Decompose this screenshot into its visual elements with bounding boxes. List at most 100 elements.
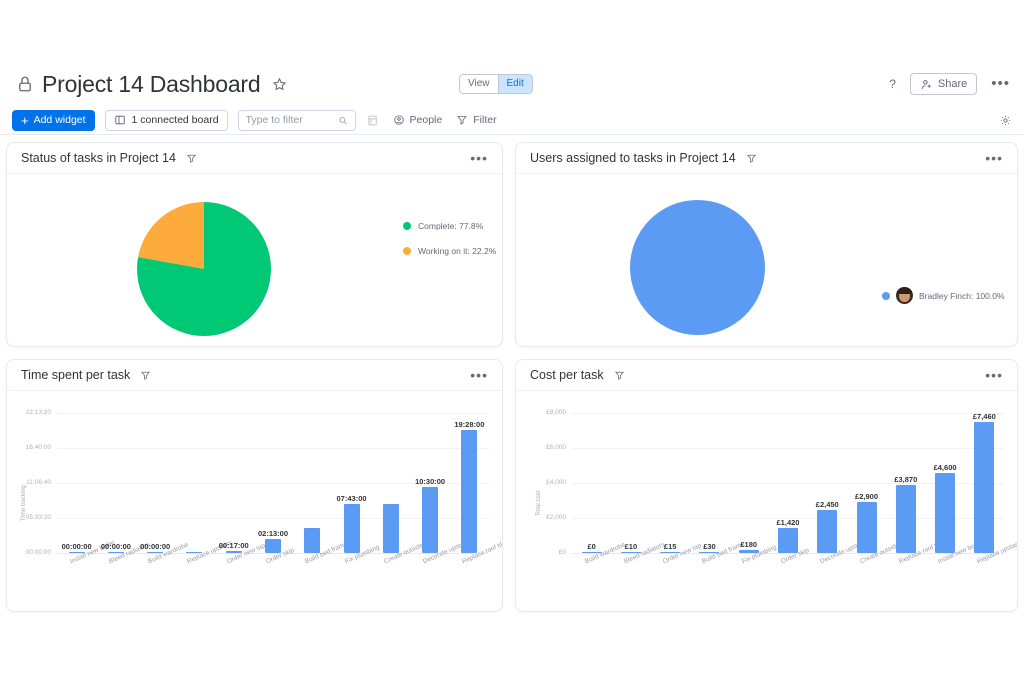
bar[interactable] (778, 528, 798, 553)
y-axis-tick: 16:40:00 (25, 444, 51, 451)
page-title: Project 14 Dashboard (42, 70, 261, 97)
widget-menu-icon[interactable]: ••• (470, 368, 488, 382)
bar[interactable] (304, 527, 321, 553)
bar-value-label: £7,460 (972, 412, 996, 422)
y-axis-tick: £4,000 (546, 479, 566, 486)
gridline (57, 448, 489, 449)
legend-item: Complete: 77.8% (403, 221, 496, 231)
widget-body: £0 £2,000 £4,000 £6,000 £8,000 Total cost £0 Bu… (516, 391, 1017, 611)
header-actions: ? Share ••• (889, 72, 1010, 96)
legend-label-bradley: Bradley Finch: 100.0% (919, 290, 1005, 301)
legend-swatch-working (403, 247, 411, 255)
y-axis-tick: £6,000 (546, 444, 566, 451)
widget-title: Status of tasks in Project 14 (21, 151, 176, 165)
search-box[interactable] (237, 109, 356, 131)
add-widget-button[interactable]: + Add widget (12, 109, 95, 131)
widget-header: Time spent per task ••• (7, 360, 502, 391)
widget-status-of-tasks: Status of tasks in Project 14 ••• Comple… (6, 142, 503, 347)
gear-icon[interactable] (999, 114, 1012, 127)
legend-item: Working on it: 22.2% (403, 246, 496, 256)
pie-slices (137, 202, 271, 336)
bar-value-label: £2,900 (855, 492, 878, 502)
header-more-icon[interactable]: ••• (991, 76, 1010, 91)
board-icon (114, 115, 125, 125)
bar[interactable] (895, 485, 916, 553)
bar-value-label: 10:30:00 (415, 476, 446, 486)
avatar (896, 287, 913, 304)
bar[interactable] (817, 510, 838, 553)
bar[interactable] (856, 502, 877, 553)
widget-title: Time spent per task (21, 368, 131, 382)
bar[interactable] (461, 430, 478, 553)
widget-body: Bradley Finch: 100.0% (516, 174, 1017, 346)
connected-board-label: 1 connected board (131, 114, 219, 126)
legend-swatch-bradley (882, 291, 890, 300)
filter-button[interactable]: Filter (456, 114, 497, 126)
filter-icon (457, 116, 468, 125)
widget-filter-icon[interactable] (746, 153, 757, 164)
widget-title: Cost per task (530, 368, 604, 382)
widget-filter-icon[interactable] (140, 370, 151, 381)
share-button[interactable]: Share (909, 73, 978, 95)
time-bar-chart: 00:00:00 05:33:20 11:06:40 16:40:00 22:13:20… (7, 391, 502, 611)
legend-label-working: Working on it: 22.2% (418, 246, 497, 256)
widget-filter-icon[interactable] (186, 153, 197, 164)
edit-mode-button[interactable]: Edit (497, 75, 532, 93)
people-label: People (409, 114, 443, 126)
search-input[interactable] (245, 114, 338, 126)
gridline (572, 448, 1004, 449)
bar-value-label: 19:28:00 (454, 420, 485, 430)
bar[interactable] (382, 504, 399, 553)
bar-value-label: £1,420 (776, 518, 800, 528)
bar[interactable] (935, 472, 956, 553)
avatar-hair (897, 287, 912, 294)
favorite-star-icon[interactable] (272, 77, 287, 92)
y-axis-tick: 00:00:00 (25, 549, 51, 556)
gridline (572, 413, 1004, 414)
widget-time-spent-per-task: Time spent per task ••• 00:00:00 05:33:20… (6, 359, 503, 612)
gridline (57, 413, 489, 414)
bar[interactable] (422, 486, 439, 553)
view-edit-toggle[interactable]: View Edit (459, 74, 533, 94)
people-button[interactable]: People (393, 114, 443, 126)
widget-menu-icon[interactable]: ••• (985, 368, 1003, 382)
bar[interactable] (343, 504, 360, 553)
bar[interactable] (265, 539, 281, 553)
users-pie-chart (630, 200, 765, 335)
widget-title: Users assigned to tasks in Project 14 (530, 151, 736, 165)
sort-icon[interactable] (366, 114, 379, 127)
filter-label: Filter (473, 114, 497, 126)
help-icon[interactable]: ? (889, 77, 896, 91)
bar-value-label: £4,600 (933, 462, 957, 472)
person-add-icon (921, 79, 931, 89)
y-axis-tick: 22:13:20 (25, 409, 51, 416)
share-label: Share (937, 78, 968, 90)
bar-value-label: £3,870 (894, 475, 918, 485)
widget-header: Status of tasks in Project 14 ••• (7, 143, 502, 174)
y-axis-label: Total cost (536, 490, 542, 516)
bar[interactable] (974, 422, 995, 553)
cost-bar-chart: £0 £2,000 £4,000 £6,000 £8,000 Total cost £0 Bu… (516, 391, 1017, 611)
dashboard-page: Project 14 Dashboard View Edit ? Share •… (0, 0, 1024, 683)
widget-body: 00:00:00 05:33:20 11:06:40 16:40:00 22:13:20… (7, 391, 502, 611)
lock-icon (16, 75, 34, 93)
person-icon (393, 115, 404, 125)
pie-legend: Complete: 77.8% Working on it: 22.2% (403, 221, 496, 256)
view-mode-button[interactable]: View (460, 75, 498, 93)
toolbar: + Add widget 1 connected board People (0, 106, 1024, 135)
y-axis-tick: £8,000 (546, 409, 566, 416)
bar-value-label: 02:13:00 (257, 529, 289, 539)
y-axis-label: Time tracking (21, 485, 27, 521)
widget-filter-icon[interactable] (614, 370, 625, 381)
connected-board-button[interactable]: 1 connected board (104, 109, 228, 131)
widget-header: Cost per task ••• (516, 360, 1017, 391)
widget-menu-icon[interactable]: ••• (470, 151, 488, 165)
widget-header: Users assigned to tasks in Project 14 ••… (516, 143, 1017, 174)
plus-icon: + (21, 112, 29, 128)
legend-label-complete: Complete: 77.8% (418, 221, 484, 231)
bar-value-label: £2,450 (815, 500, 839, 510)
users-legend: Bradley Finch: 100.0% (882, 287, 1005, 304)
widget-menu-icon[interactable]: ••• (985, 151, 1003, 165)
y-axis-tick: £0 (558, 549, 566, 556)
status-pie-chart: Complete: 77.8% Working on it: 22.2% (7, 174, 502, 346)
